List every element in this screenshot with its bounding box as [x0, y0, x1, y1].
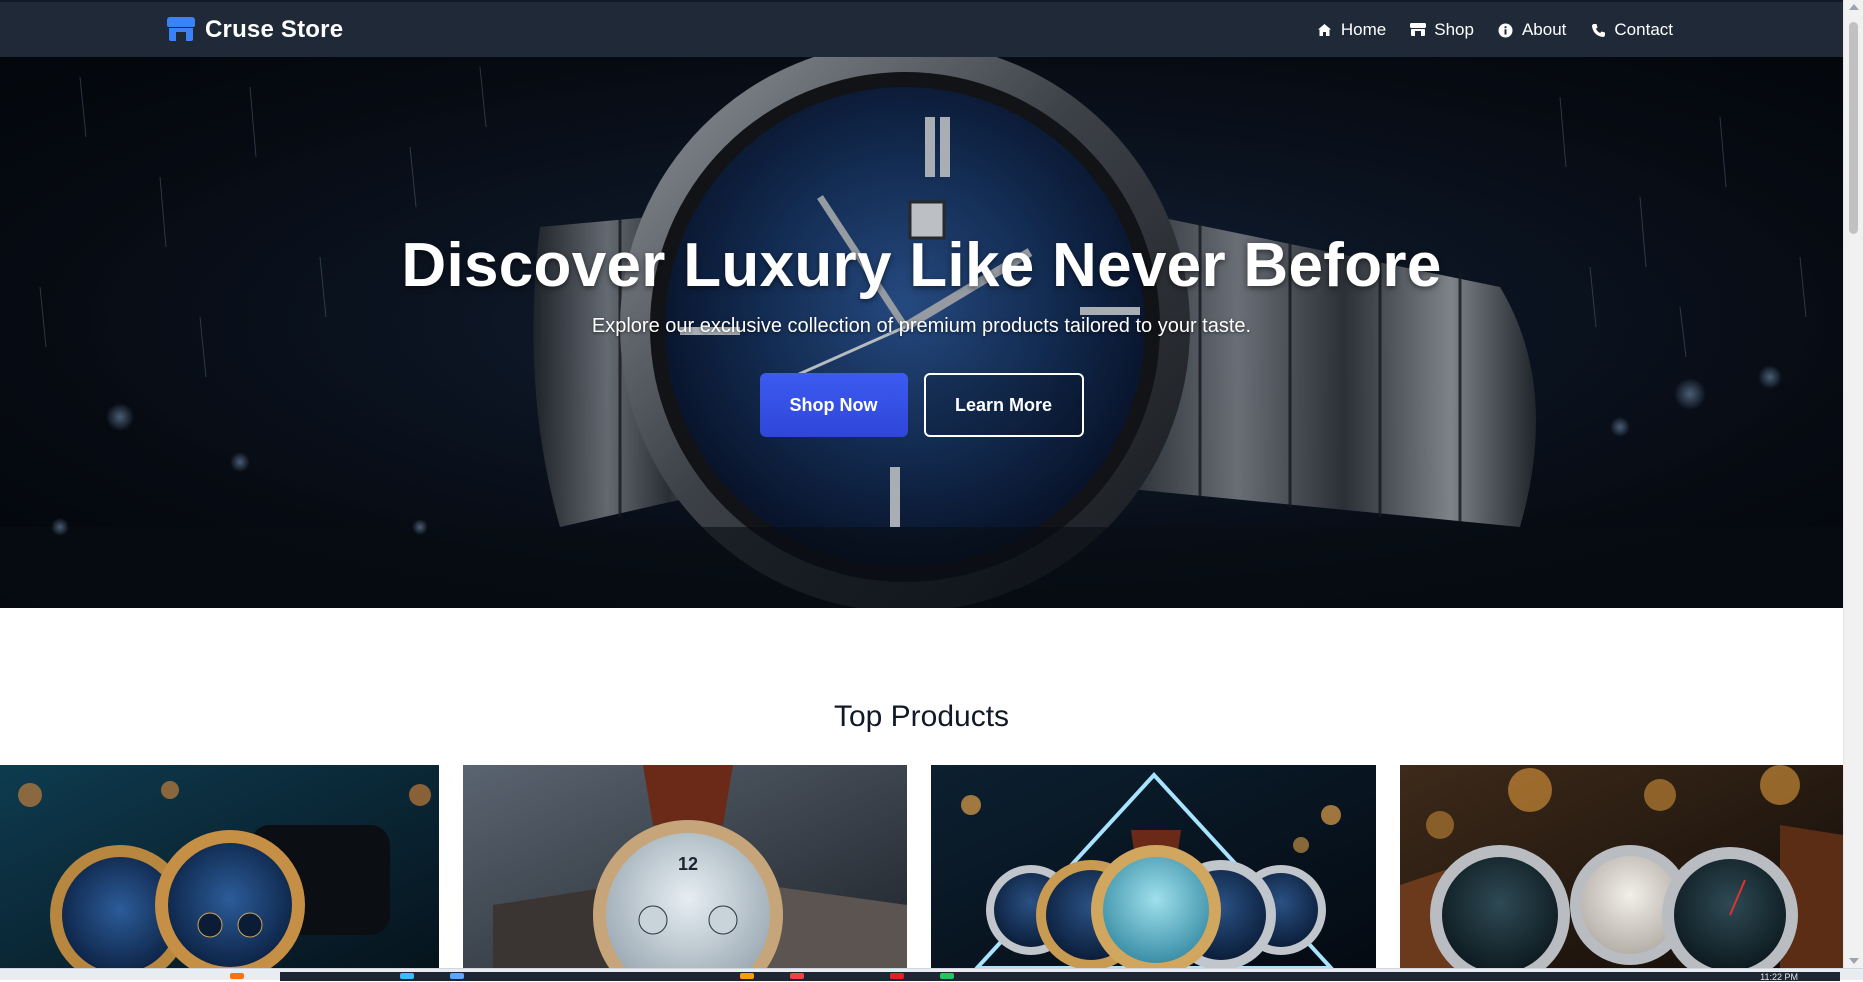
info-circle-icon — [1498, 22, 1514, 38]
product-card[interactable]: 12 — [463, 765, 907, 968]
os-taskbar: 11:22 PM — [0, 968, 1863, 982]
brand-name: Cruse Store — [205, 16, 344, 43]
app-icon[interactable] — [450, 973, 464, 979]
browser-viewport: Cruse Store Home Shop About Contact Disc… — [0, 0, 1843, 968]
nav-item-label: About — [1521, 20, 1567, 39]
app-icon[interactable] — [400, 973, 414, 979]
app-icon[interactable] — [790, 973, 804, 979]
nav-item-label: Shop — [1434, 20, 1474, 39]
brand-logo[interactable]: Cruse Store — [167, 16, 343, 44]
scroll-down-arrow-icon[interactable] — [1849, 958, 1859, 964]
watch-trio-amber-image — [1400, 765, 1843, 968]
section-title: Top Products — [833, 700, 1010, 733]
nav-item-contact[interactable]: Contact — [1590, 20, 1673, 40]
svg-text:12: 12 — [678, 854, 698, 874]
taskbar-clock[interactable]: 11:22 PM — [1760, 972, 1798, 982]
hero-section: Discover Luxury Like Never Before Explor… — [0, 57, 1843, 608]
nav-links: Home Shop About Contact — [1317, 20, 1673, 40]
nav-item-shop[interactable]: Shop — [1410, 20, 1474, 40]
product-card[interactable] — [0, 765, 439, 968]
nav-item-label: Home — [1340, 20, 1387, 39]
hero-subtitle: Explore our exclusive collection of prem… — [591, 315, 1252, 337]
nav-item-label: Contact — [1614, 20, 1673, 39]
nav-item-home[interactable]: Home — [1317, 20, 1386, 40]
home-icon — [1317, 22, 1333, 38]
watch-pair-blue-dial-image — [0, 765, 439, 968]
product-grid: 12 — [0, 765, 1843, 968]
store-icon — [167, 17, 195, 43]
vertical-scrollbar[interactable] — [1843, 0, 1863, 968]
phone-icon — [1590, 22, 1606, 38]
hero-title: Discover Luxury Like Never Before — [401, 231, 1442, 300]
app-icon[interactable] — [740, 973, 754, 979]
product-card[interactable] — [1400, 765, 1843, 968]
watch-collection-neon-image — [931, 765, 1376, 968]
shop-now-button[interactable]: Shop Now — [759, 373, 908, 437]
learn-more-button[interactable]: Learn More — [923, 373, 1084, 437]
navbar: Cruse Store Home Shop About Contact — [0, 0, 1843, 57]
app-icon[interactable] — [890, 973, 904, 979]
app-icon[interactable] — [940, 973, 954, 979]
store-icon — [1410, 22, 1427, 38]
hero-buttons: Shop Now Learn More — [0, 373, 1843, 437]
product-card[interactable] — [931, 765, 1376, 968]
nav-item-about[interactable]: About — [1498, 20, 1566, 40]
scroll-up-arrow-icon[interactable] — [1849, 4, 1859, 10]
watch-white-dial-leather-image: 12 — [463, 765, 907, 968]
start-icon[interactable] — [230, 973, 244, 979]
scroll-thumb[interactable] — [1849, 22, 1858, 234]
